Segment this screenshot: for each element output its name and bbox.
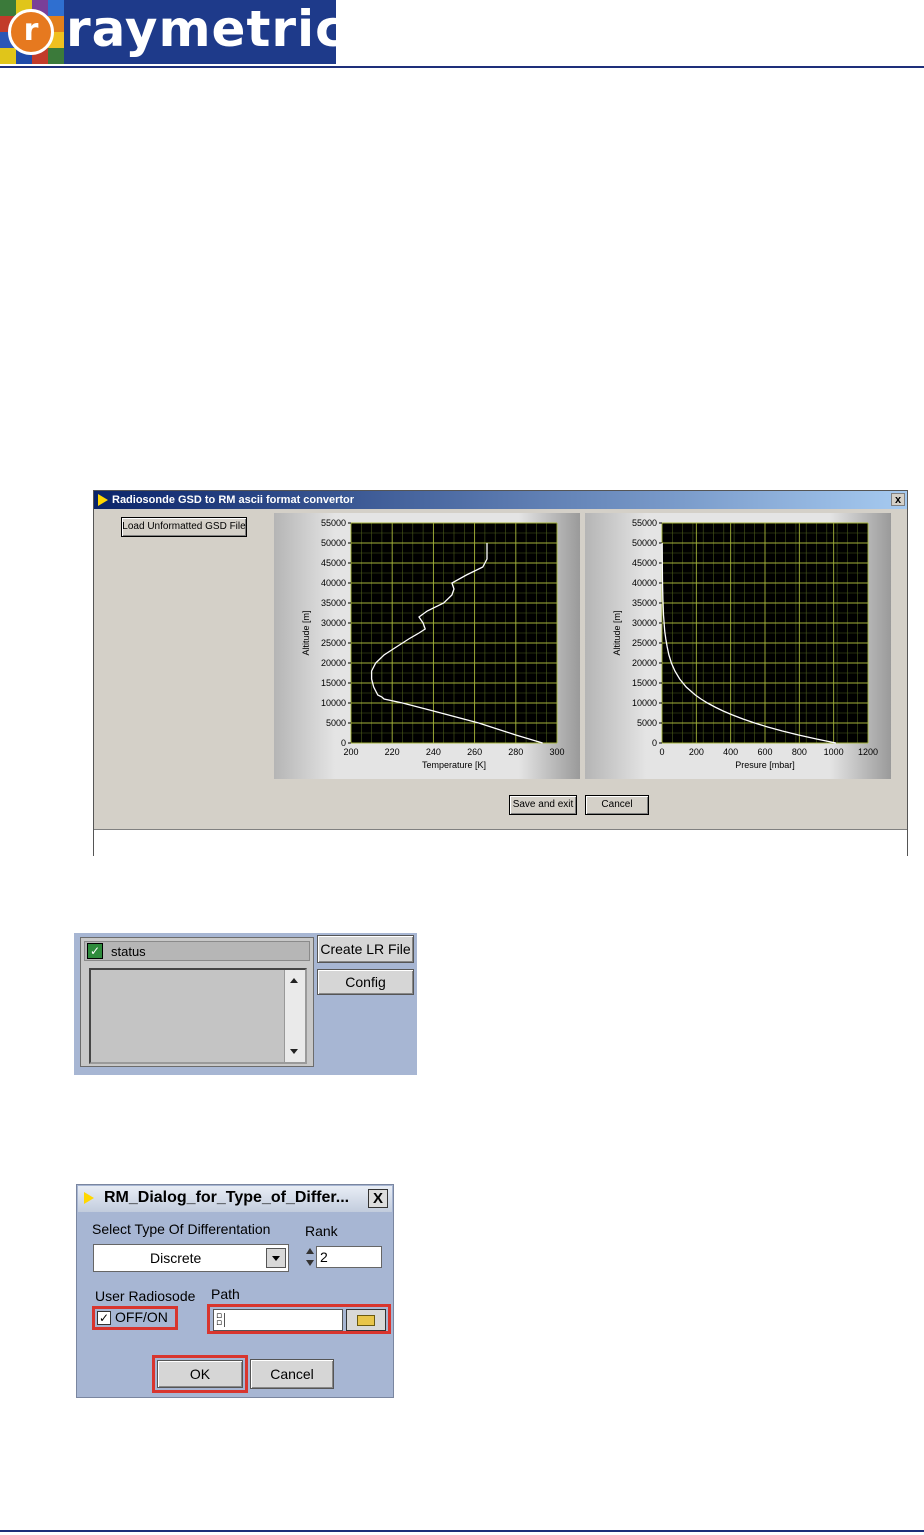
type-label: Select Type Of Differentation (92, 1221, 271, 1237)
status-panel: ✓ status Create LR File Config (74, 933, 417, 1075)
y-tick-label: 45000 (321, 558, 346, 568)
y-tick-label: 5000 (637, 718, 657, 728)
y-tick-label: 5000 (326, 718, 346, 728)
pressure-altitude-chart: 0 200 400 600 800 1000 1200 0 5000 10000 15000 2000… (612, 518, 878, 770)
y-tick-label: 35000 (321, 598, 346, 608)
y-axis-label: Altitude [m] (301, 610, 311, 655)
y-tick-label: 55000 (321, 518, 346, 528)
y-tick-label: 20000 (632, 658, 657, 668)
labview-run-icon (98, 494, 108, 506)
y-tick-label: 20000 (321, 658, 346, 668)
y-tick-label: 55000 (632, 518, 657, 528)
labview-run-icon (84, 1192, 94, 1204)
path-input[interactable]: ▫ ▫ (213, 1309, 343, 1331)
x-tick-label: 800 (792, 747, 807, 757)
y-tick-label: 40000 (632, 578, 657, 588)
x-tick-label: 400 (723, 747, 738, 757)
x-axis-label: Presure [mbar] (735, 760, 795, 770)
y-tick-label: 50000 (321, 538, 346, 548)
status-scrollbar[interactable] (284, 970, 305, 1062)
logo-wordmark: raymetrics (66, 0, 336, 58)
differentiation-dialog: RM_Dialog_for_Type_of_Differ... X Select… (76, 1184, 394, 1398)
type-select[interactable]: Discrete (93, 1244, 289, 1272)
y-tick-label: 10000 (632, 698, 657, 708)
x-axis-label: Temperature [K] (422, 760, 486, 770)
scroll-down-icon[interactable] (290, 1049, 298, 1054)
window-status-bar (94, 829, 907, 856)
y-tick-label: 0 (652, 738, 657, 748)
rank-input[interactable]: 2 (316, 1246, 382, 1268)
y-tick-label: 0 (341, 738, 346, 748)
status-header: ✓ status (84, 941, 310, 961)
radiosode-checkbox[interactable]: ✓ (97, 1311, 111, 1325)
close-icon[interactable]: x (891, 493, 905, 506)
x-tick-label: 240 (426, 747, 441, 757)
ok-button[interactable]: OK (157, 1360, 243, 1388)
y-tick-label: 10000 (321, 698, 346, 708)
y-tick-label: 30000 (632, 618, 657, 628)
footer-divider (0, 1530, 924, 1532)
dialog-titlebar: RM_Dialog_for_Type_of_Differ... X (78, 1186, 392, 1212)
status-label: status (111, 944, 146, 959)
y-tick-label: 50000 (632, 538, 657, 548)
toggle-label: OFF/ON (115, 1309, 168, 1325)
x-tick-label: 200 (343, 747, 358, 757)
x-tick-label: 220 (385, 747, 400, 757)
y-tick-label: 25000 (632, 638, 657, 648)
x-tick-label: 0 (659, 747, 664, 757)
rank-increment-icon[interactable] (305, 1246, 315, 1270)
config-button[interactable]: Config (317, 969, 414, 995)
cancel-button[interactable]: Cancel (585, 795, 649, 815)
cancel-button[interactable]: Cancel (250, 1359, 334, 1389)
y-tick-label: 15000 (321, 678, 346, 688)
status-list[interactable] (89, 968, 307, 1064)
path-label: Path (211, 1286, 240, 1302)
x-tick-label: 1200 (858, 747, 878, 757)
y-axis-label: Altitude [m] (612, 610, 622, 655)
y-tick-label: 15000 (632, 678, 657, 688)
load-gsd-file-button[interactable]: Load Unformatted GSD File (121, 517, 247, 537)
x-tick-label: 1000 (824, 747, 844, 757)
dialog-title: RM_Dialog_for_Type_of_Differ... (104, 1189, 350, 1206)
x-tick-label: 200 (689, 747, 704, 757)
create-lr-file-button[interactable]: Create LR File (317, 935, 414, 963)
x-tick-label: 600 (757, 747, 772, 757)
y-tick-label: 40000 (321, 578, 346, 588)
rank-label: Rank (305, 1223, 338, 1239)
rank-value: 2 (320, 1249, 328, 1265)
y-tick-label: 30000 (321, 618, 346, 628)
y-tick-label: 25000 (321, 638, 346, 648)
y-tick-label: 45000 (632, 558, 657, 568)
temperature-altitude-chart: 200 220 240 260 280 300 0 5000 10000 15000 20000 25… (301, 518, 565, 770)
converter-title: Radiosonde GSD to RM ascii format conver… (112, 494, 355, 506)
x-tick-label: 260 (467, 747, 482, 757)
scroll-up-icon[interactable] (290, 978, 298, 983)
y-tick-label: 35000 (632, 598, 657, 608)
temperature-chart-frame: 200 220 240 260 280 300 0 5000 10000 15000 20000 25… (274, 513, 580, 779)
path-icon: ▫ ▫ (216, 1312, 225, 1328)
converter-titlebar: Radiosonde GSD to RM ascii format conver… (94, 491, 907, 509)
header-divider (0, 66, 924, 68)
folder-open-icon[interactable] (346, 1309, 386, 1331)
close-icon[interactable]: X (368, 1189, 388, 1208)
x-tick-label: 280 (508, 747, 523, 757)
save-and-exit-button[interactable]: Save and exit (509, 795, 577, 815)
logo-r-badge: r (8, 9, 54, 55)
converter-window: Radiosonde GSD to RM ascii format conver… (93, 490, 908, 856)
status-cluster: ✓ status (80, 937, 314, 1067)
x-tick-label: 300 (549, 747, 564, 757)
pressure-chart-frame: 0 200 400 600 800 1000 1200 0 5000 10000 15000 2000… (585, 513, 891, 779)
checkmark-icon: ✓ (87, 943, 103, 959)
type-select-value: Discrete (150, 1250, 202, 1266)
chevron-down-icon[interactable] (266, 1248, 286, 1268)
raymetrics-logo: r raymetrics (0, 0, 336, 64)
radiosode-label: User Radiosode (95, 1288, 196, 1304)
